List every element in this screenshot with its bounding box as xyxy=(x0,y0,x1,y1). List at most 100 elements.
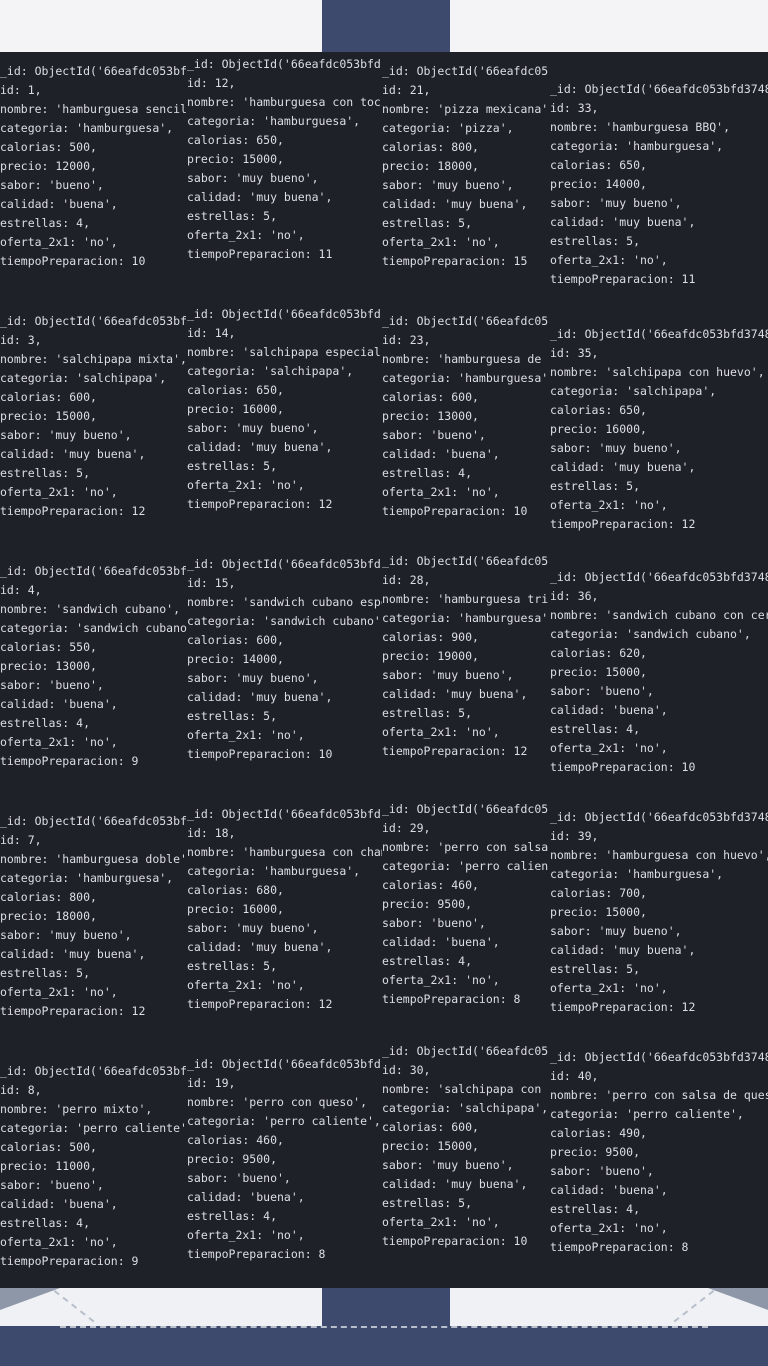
document-field-line: calorias: 550, xyxy=(0,640,97,654)
document-field-line: nombre: 'perro con salsa', xyxy=(382,840,548,854)
mongo-document: _id: ObjectId('66eafdc053bfd id: 4, nombre… xyxy=(0,562,187,771)
document-field-line: _id: ObjectId('66eafdc053 xyxy=(382,314,548,328)
document-field-line: calorias: 650, xyxy=(187,133,284,147)
document-field-line: precio: 19000, xyxy=(382,649,479,663)
document-field-line: _id: ObjectId('66eafdc053bfd xyxy=(0,564,187,578)
document-field-line: nombre: 'hamburguesa con tocineta', xyxy=(187,95,382,109)
document-field-line: calidad: 'buena', xyxy=(382,447,500,461)
document-field-line: precio: 16000, xyxy=(187,402,284,416)
document-field-line: categoria: 'hamburguesa', xyxy=(550,867,724,881)
mongo-document: _id: ObjectId('66eafdc053 id: 30, nombre: … xyxy=(382,1042,548,1251)
document-field-line: tiempoPreparacion: 9 xyxy=(0,754,139,768)
document-field-line: id: 15, xyxy=(187,576,236,590)
document-field-line: calorias: 620, xyxy=(550,646,647,660)
document-field-line: precio: 13000, xyxy=(0,659,97,673)
mongo-document: _id: ObjectId('66eafdc053bfd id: 19, nombr… xyxy=(187,1055,382,1264)
document-field-line: nombre: 'salchipapa con huevo', xyxy=(550,365,765,379)
document-field-line: _id: ObjectId('66eafdc053bfd xyxy=(187,1057,381,1071)
document-field-line: precio: 14000, xyxy=(550,177,647,191)
document-field-line: tiempoPreparacion: 12 xyxy=(382,744,528,758)
document-field-line: id: 36, xyxy=(550,589,599,603)
document-field-line: calorias: 800, xyxy=(382,140,479,154)
document-field-line: tiempoPreparacion: 8 xyxy=(382,992,521,1006)
document-field-line: _id: ObjectId('66eafdc053bfd3748 xyxy=(550,1050,768,1064)
document-field-line: oferta_2x1: 'no', xyxy=(382,1215,500,1229)
document-field-line: nombre: 'sandwich cubano', xyxy=(0,602,181,616)
document-field-line: id: 23, xyxy=(382,333,431,347)
document-field-line: nombre: 'perro mixto', xyxy=(0,1102,153,1116)
document-field-line: calorias: 700, xyxy=(550,886,647,900)
document-field-line: id: 21, xyxy=(382,83,431,97)
document-field-line: oferta_2x1: 'no', xyxy=(0,485,118,499)
document-field-line: sabor: 'bueno', xyxy=(550,1164,654,1178)
document-field-line: tiempoPreparacion: 10 xyxy=(0,254,146,268)
document-field-line: tiempoPreparacion: 10 xyxy=(550,760,696,774)
document-field-line: oferta_2x1: 'no', xyxy=(0,235,118,249)
document-field-line: estrellas: 5, xyxy=(550,479,641,493)
document-field-line: estrellas: 4, xyxy=(0,216,91,230)
document-field-line: oferta_2x1: 'no', xyxy=(382,725,500,739)
document-field-line: calidad: 'muy buena', xyxy=(187,940,333,954)
mongo-document: _id: ObjectId('66eafdc053bfd3748 id: 40, n… xyxy=(548,1048,768,1257)
document-field-line: id: 40, xyxy=(550,1069,599,1083)
document-field-line: sabor: 'muy bueno', xyxy=(550,441,682,455)
mongo-document: _id: ObjectId('66eafdc053bfd id: 14, nombr… xyxy=(187,305,382,514)
document-field-line: sabor: 'bueno', xyxy=(0,678,104,692)
document-field-line: nombre: 'hamburguesa con champiñones', xyxy=(187,845,382,859)
document-field-line: nombre: 'hamburguesa sencilla', xyxy=(0,102,187,116)
mongo-document: _id: ObjectId('66eafdc053bfd3748 id: 33, n… xyxy=(548,80,768,289)
document-field-line: tiempoPreparacion: 8 xyxy=(550,1240,689,1254)
document-field-line: sabor: 'bueno', xyxy=(550,684,654,698)
result-panel-1[interactable]: _id: ObjectId('66eafdc053bfd id: 1, nombre… xyxy=(0,52,188,1288)
document-field-line: precio: 16000, xyxy=(187,902,284,916)
document-field-line: calidad: 'muy buena', xyxy=(187,440,333,454)
document-field-line: _id: ObjectId('66eafdc053 xyxy=(382,554,548,568)
document-field-line: tiempoPreparacion: 10 xyxy=(382,1234,528,1248)
document-field-line: calidad: 'muy buena', xyxy=(550,460,696,474)
document-field-line: precio: 18000, xyxy=(382,159,479,173)
document-field-line: calorias: 650, xyxy=(550,403,647,417)
document-field-line: sabor: 'muy bueno', xyxy=(550,196,682,210)
document-field-line: calorias: 600, xyxy=(382,1120,479,1134)
document-field-line: _id: ObjectId('66eafdc053bfd xyxy=(0,1064,187,1078)
document-field-line: _id: ObjectId('66eafdc053 xyxy=(382,64,548,78)
document-field-line: oferta_2x1: 'no', xyxy=(187,478,305,492)
document-field-line: calidad: 'muy buena', xyxy=(187,690,333,704)
document-field-line: id: 30, xyxy=(382,1063,431,1077)
document-field-line: estrellas: 4, xyxy=(187,1209,278,1223)
result-panel-3[interactable]: _id: ObjectId('66eafdc053 id: 21, nombre: … xyxy=(382,52,549,1288)
mongo-document: _id: ObjectId('66eafdc053bfd id: 7, nombre… xyxy=(0,812,187,1021)
document-field-line: sabor: 'bueno', xyxy=(382,916,486,930)
result-panel-4[interactable]: _id: ObjectId('66eafdc053bfd3748 id: 33, n… xyxy=(548,52,768,1288)
document-field-line: calorias: 650, xyxy=(550,158,647,172)
document-field-line: categoria: 'hamburguesa', xyxy=(382,611,548,625)
document-field-line: sabor: 'muy bueno', xyxy=(382,178,514,192)
document-field-line: calidad: 'muy buena', xyxy=(0,947,146,961)
document-field-line: estrellas: 5, xyxy=(382,216,473,230)
document-field-line: nombre: 'hamburguesa doble', xyxy=(0,852,187,866)
result-panel-2[interactable]: _id: ObjectId('66eafdc053bfd id: 12, nombr… xyxy=(187,52,383,1288)
document-field-line: estrellas: 5, xyxy=(187,209,278,223)
document-field-line: calidad: 'buena', xyxy=(0,1197,118,1211)
document-field-line: calorias: 460, xyxy=(382,878,479,892)
document-field-line: _id: ObjectId('66eafdc053bfd3748 xyxy=(550,810,768,824)
document-field-line: id: 18, xyxy=(187,826,236,840)
document-field-line: calorias: 800, xyxy=(0,890,97,904)
document-field-line: oferta_2x1: 'no', xyxy=(550,498,668,512)
document-field-line: _id: ObjectId('66eafdc053bfd xyxy=(0,814,187,828)
document-field-line: nombre: 'salchipapa especial', xyxy=(187,345,382,359)
document-field-line: id: 1, xyxy=(0,83,42,97)
document-field-line: sabor: 'muy bueno', xyxy=(382,1158,514,1172)
document-field-line: tiempoPreparacion: 10 xyxy=(187,747,333,761)
document-field-line: nombre: 'hamburguesa BBQ', xyxy=(550,120,731,134)
document-field-line: categoria: 'perro caliente', xyxy=(187,1114,381,1128)
document-field-line: nombre: 'hamburguesa triple', xyxy=(382,592,548,606)
document-field-line: precio: 13000, xyxy=(382,409,479,423)
document-field-line: nombre: 'pizza mexicana', xyxy=(382,102,548,116)
document-field-line: oferta_2x1: 'no', xyxy=(187,1228,305,1242)
document-field-line: _id: ObjectId('66eafdc053bfd xyxy=(187,57,381,71)
background-top-left xyxy=(0,0,322,52)
document-field-line: estrellas: 5, xyxy=(0,966,91,980)
document-field-line: id: 29, xyxy=(382,821,431,835)
document-field-line: tiempoPreparacion: 12 xyxy=(0,1004,146,1018)
